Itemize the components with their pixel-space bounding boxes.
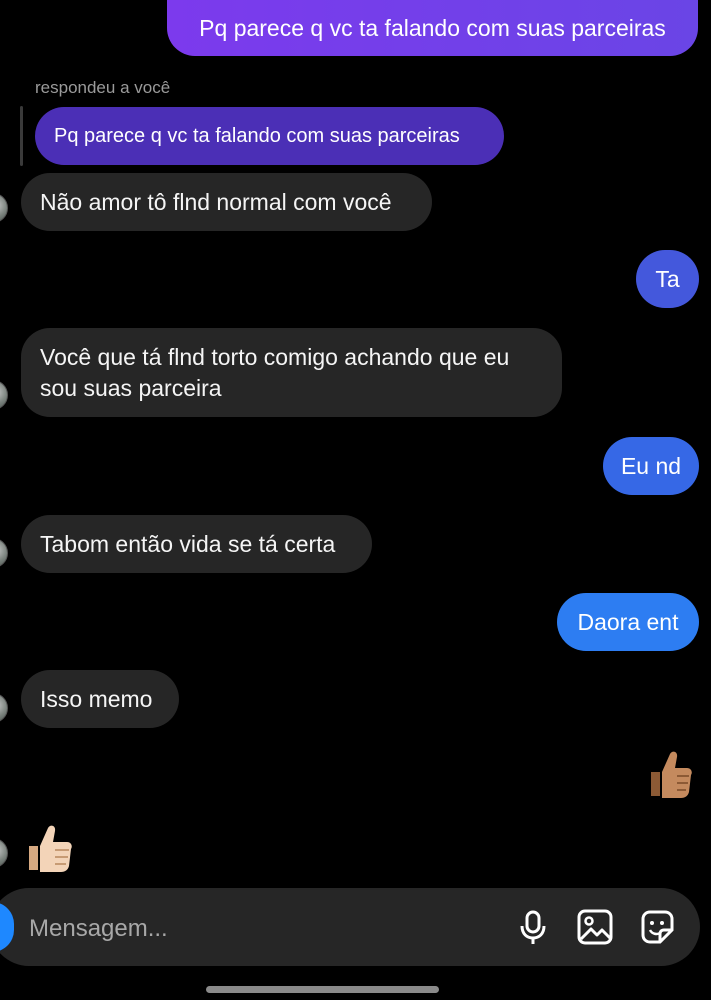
avatar[interactable] (0, 538, 8, 568)
message-bubble-outgoing[interactable]: Daora ent (557, 593, 699, 651)
avatar[interactable] (0, 380, 8, 410)
message-bubble-outgoing[interactable]: Eu nd (603, 437, 699, 495)
message-text: Eu nd (620, 453, 682, 479)
quoted-message-text: Pq parece q vc ta falando com suas parce… (54, 125, 460, 147)
quoted-message-bubble[interactable]: Pq parece q vc ta falando com suas parce… (35, 107, 504, 165)
message-bubble-incoming[interactable]: Não amor tô flnd normal com você (21, 173, 432, 231)
avatar[interactable] (0, 193, 8, 223)
message-text-line: Você que tá flnd torto comigo achando qu… (40, 343, 510, 370)
thumbs-up-emoji[interactable] (643, 748, 693, 800)
message-text: Daora ent (577, 609, 679, 635)
avatar[interactable] (0, 838, 8, 868)
message-text: Isso memo (40, 686, 153, 712)
message-input[interactable] (27, 912, 491, 946)
message-bubble-outgoing[interactable]: Ta (636, 250, 699, 308)
message-text: Ta (655, 266, 680, 292)
message-bubble-incoming[interactable]: Isso memo (21, 670, 179, 728)
reply-label: respondeu a você (35, 78, 171, 97)
message-bubble-incoming[interactable]: Tabom então vida se tá certa (21, 515, 372, 573)
message-text-line: sou suas parceira (40, 374, 222, 401)
message-text: Tabom então vida se tá certa (40, 531, 336, 557)
microphone-icon[interactable] (513, 907, 553, 947)
gallery-icon[interactable] (575, 907, 615, 947)
message-bubble-incoming[interactable]: Você que tá flnd torto comigo achando qu… (21, 328, 562, 417)
avatar[interactable] (0, 693, 8, 723)
message-bubble-outgoing[interactable]: Pq parece q vc ta falando com suas parce… (167, 0, 698, 56)
home-indicator[interactable] (206, 986, 439, 993)
sticker-icon[interactable] (637, 907, 677, 947)
reply-divider (20, 106, 23, 166)
message-text: Não amor tô flnd normal com você (40, 189, 392, 215)
thumbs-up-emoji[interactable] (27, 822, 77, 874)
message-text: Pq parece q vc ta falando com suas parce… (199, 15, 666, 41)
